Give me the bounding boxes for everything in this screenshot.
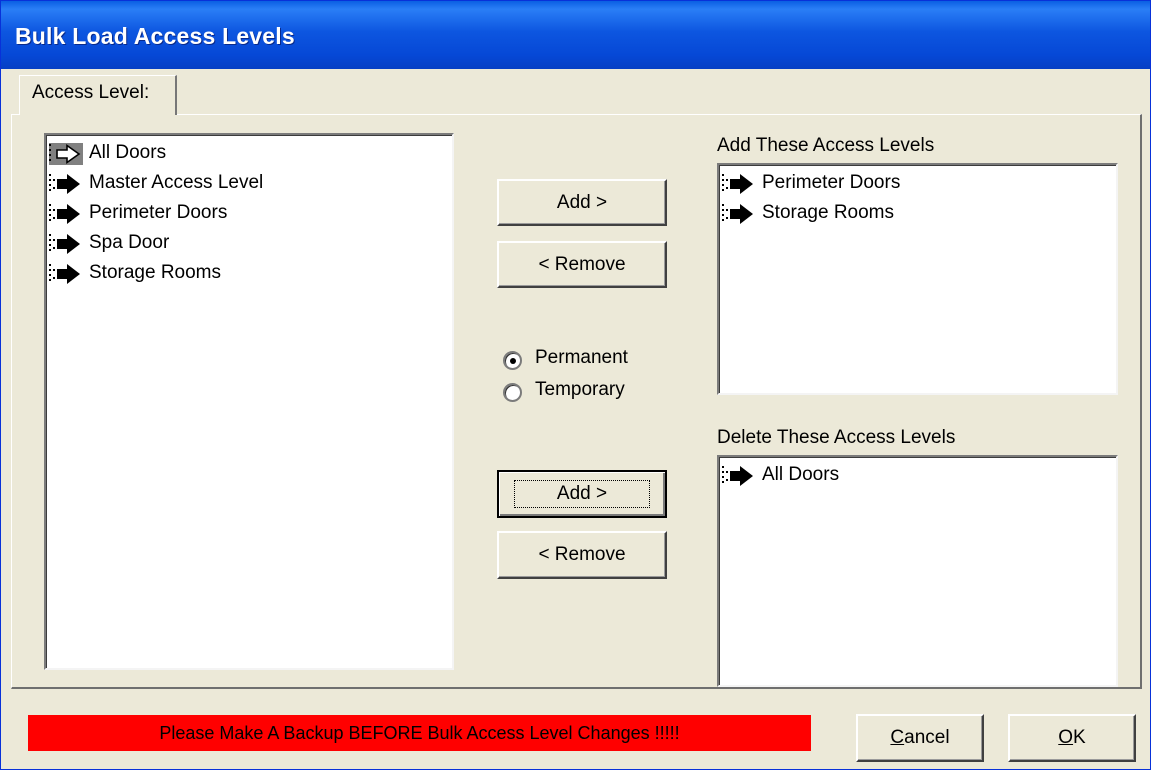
list-item-label: Master Access Level bbox=[89, 172, 264, 193]
list-item[interactable]: All Doors bbox=[722, 462, 1002, 490]
list-item[interactable]: All Doors bbox=[49, 140, 329, 168]
arrow-right-icon bbox=[49, 233, 83, 255]
list-item-label: Storage Rooms bbox=[762, 202, 895, 223]
button-label: < Remove bbox=[538, 544, 626, 565]
temporary-option[interactable]: Temporary bbox=[503, 379, 663, 407]
add-access-level-button[interactable]: Add > bbox=[497, 179, 667, 226]
available-access-levels-list[interactable]: All Doors Master Access Level Perimeter … bbox=[44, 133, 454, 670]
permanent-radio[interactable] bbox=[503, 351, 522, 370]
dialog-window: Bulk Load Access Levels Access Level: Al… bbox=[0, 0, 1151, 770]
list-item-label: All Doors bbox=[89, 142, 167, 163]
list-item-label: Storage Rooms bbox=[89, 262, 222, 283]
mnemonic: O bbox=[1058, 727, 1074, 748]
title-bar[interactable]: Bulk Load Access Levels bbox=[1, 1, 1150, 69]
permanent-label: Permanent bbox=[535, 347, 628, 368]
tab-access-level[interactable]: Access Level: bbox=[19, 75, 177, 115]
window-title: Bulk Load Access Levels bbox=[15, 23, 295, 49]
list-item[interactable]: Spa Door bbox=[49, 230, 329, 258]
mnemonic: C bbox=[890, 727, 905, 748]
remove-access-level-button[interactable]: < Remove bbox=[497, 241, 667, 288]
radio-dot bbox=[510, 358, 516, 364]
button-label: OK bbox=[1058, 727, 1085, 749]
button-label: < Remove bbox=[538, 253, 626, 275]
list-item[interactable]: Perimeter Doors bbox=[49, 200, 329, 228]
add-access-levels-list[interactable]: Perimeter Doors Storage Rooms bbox=[717, 163, 1118, 395]
arrow-right-icon bbox=[722, 173, 756, 195]
arrow-right-icon bbox=[49, 173, 83, 195]
backup-warning-banner: Please Make A Backup BEFORE Bulk Access … bbox=[28, 715, 811, 751]
button-label: Add > bbox=[513, 480, 651, 508]
remove-delete-level-button[interactable]: < Remove bbox=[497, 531, 667, 579]
permanent-option[interactable]: Permanent bbox=[503, 347, 663, 375]
list-item-label: Spa Door bbox=[89, 232, 170, 253]
list-item[interactable]: Storage Rooms bbox=[722, 200, 1002, 228]
button-label-rest: ancel bbox=[904, 727, 950, 748]
list-item[interactable]: Storage Rooms bbox=[49, 260, 329, 288]
button-label: Cancel bbox=[890, 727, 949, 749]
list-item-label: Perimeter Doors bbox=[762, 172, 901, 193]
tab-label: Access Level: bbox=[32, 82, 150, 103]
list-item[interactable]: Perimeter Doors bbox=[722, 170, 1002, 198]
temporary-label: Temporary bbox=[535, 379, 625, 400]
arrow-right-icon bbox=[49, 263, 83, 285]
arrow-right-icon bbox=[722, 465, 756, 487]
arrow-right-outline-icon bbox=[49, 143, 83, 165]
ok-button[interactable]: OK bbox=[1008, 714, 1136, 762]
list-item[interactable]: Master Access Level bbox=[49, 170, 329, 198]
arrow-right-icon bbox=[722, 203, 756, 225]
temporary-radio[interactable] bbox=[503, 383, 522, 402]
cancel-button[interactable]: Cancel bbox=[856, 714, 984, 762]
list-item-label: Perimeter Doors bbox=[89, 202, 228, 223]
button-label-rest: K bbox=[1073, 727, 1086, 748]
arrow-right-icon bbox=[49, 203, 83, 225]
button-label: Add > bbox=[556, 191, 608, 213]
add-levels-heading: Add These Access Levels bbox=[717, 135, 935, 156]
delete-levels-heading: Delete These Access Levels bbox=[717, 427, 956, 448]
warning-text: Please Make A Backup BEFORE Bulk Access … bbox=[159, 722, 680, 743]
add-delete-level-button[interactable]: Add > bbox=[497, 470, 667, 518]
delete-access-levels-list[interactable]: All Doors bbox=[717, 455, 1118, 687]
list-item-label: All Doors bbox=[762, 464, 840, 485]
